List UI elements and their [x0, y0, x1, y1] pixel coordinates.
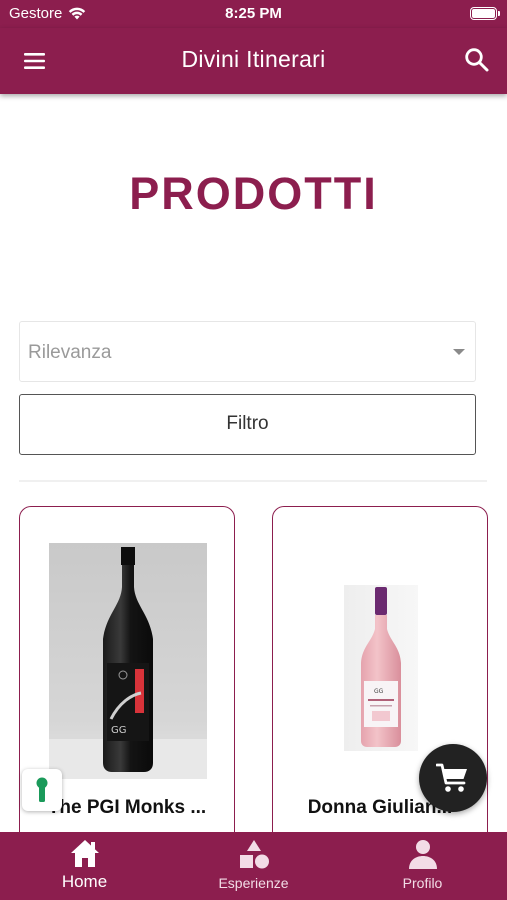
search-icon	[465, 48, 489, 72]
cart-button[interactable]	[419, 744, 487, 812]
dropdown-caret-icon	[453, 349, 465, 355]
nav-item-experiences[interactable]: Esperienze	[169, 832, 338, 900]
shapes-icon	[239, 840, 269, 869]
accessibility-button[interactable]	[22, 769, 62, 811]
bottom-navigation: Home Esperienze Profilo	[0, 832, 507, 900]
sort-select-value: Rilevanza	[28, 342, 112, 363]
product-image: GG	[49, 543, 207, 779]
status-time: 8:25 PM	[225, 5, 282, 22]
status-bar: Gestore 8:25 PM	[0, 0, 507, 28]
nav-label-profile: Profilo	[402, 875, 443, 891]
svg-text:GG: GG	[111, 725, 127, 736]
person-icon	[408, 840, 437, 869]
page-title: PRODOTTI	[129, 168, 378, 219]
filter-button[interactable]: Filtro	[19, 394, 476, 455]
sort-select[interactable]: Rilevanza	[19, 321, 476, 382]
divider	[19, 480, 487, 482]
nav-label-experiences: Esperienze	[218, 875, 289, 891]
search-button[interactable]	[463, 46, 491, 74]
app-title: Divini Itinerari	[181, 46, 326, 72]
battery-icon	[470, 7, 500, 20]
nav-item-home[interactable]: Home	[0, 832, 169, 900]
app-bar: Divini Itinerari	[0, 28, 507, 94]
shopping-cart-icon	[436, 763, 467, 792]
nav-label-home: Home	[61, 872, 108, 891]
keyhole-icon	[36, 777, 48, 802]
svg-text:GG: GG	[374, 688, 384, 695]
product-image: GG	[344, 585, 418, 751]
home-icon	[70, 840, 99, 867]
nav-item-profile[interactable]: Profilo	[338, 832, 507, 900]
